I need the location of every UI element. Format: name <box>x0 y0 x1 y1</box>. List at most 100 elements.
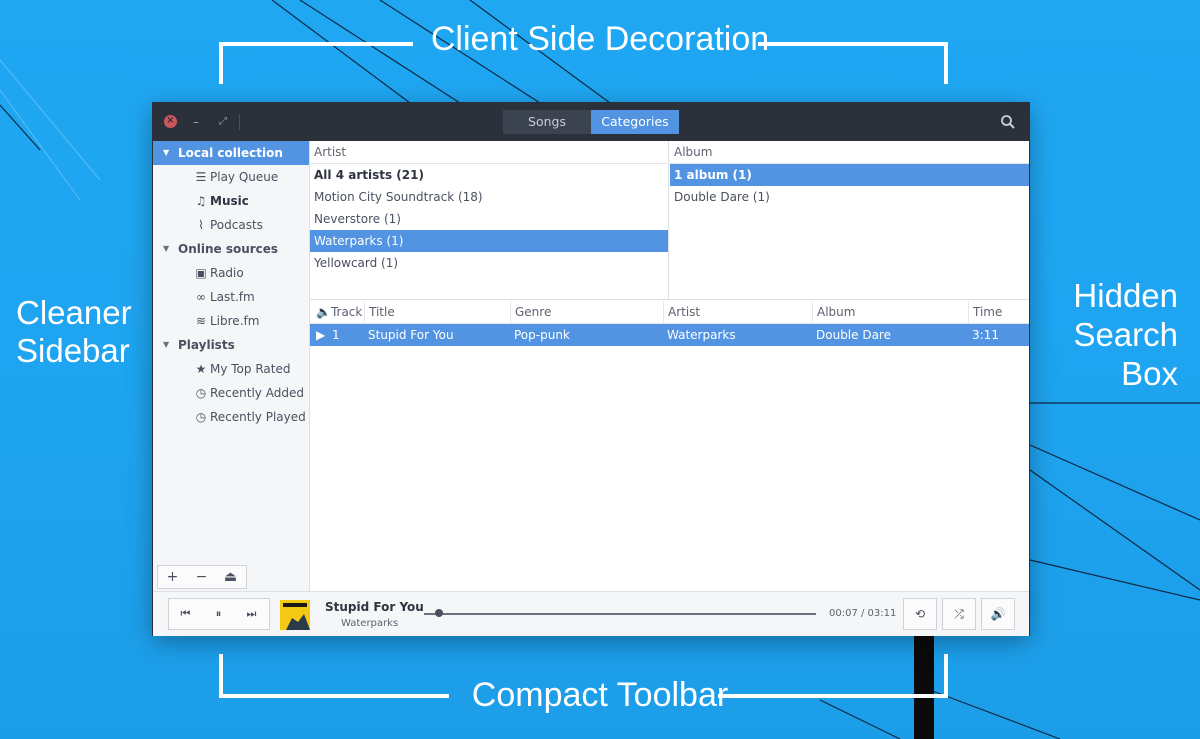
callout-line: Sidebar <box>16 332 130 369</box>
seek-bar[interactable] <box>424 613 816 615</box>
volume-icon: 🔊 <box>990 607 1006 621</box>
category-browser: Artist All 4 artists (21) Motion City So… <box>310 141 1029 300</box>
column-header-album[interactable]: Album <box>812 301 968 323</box>
artist-row[interactable]: Neverstore (1) <box>310 208 668 230</box>
search-icon <box>1001 115 1015 129</box>
queue-icon: ☰ <box>195 170 207 184</box>
close-button[interactable]: × <box>164 115 177 128</box>
playback-controls: ⏮ ⏸ ⏭ <box>168 598 270 630</box>
sidebar-item-label: Recently Added <box>210 386 304 400</box>
close-icon: × <box>166 115 175 126</box>
sidebar-section-label: Playlists <box>178 338 235 352</box>
sidebar-section-label: Online sources <box>178 242 279 256</box>
now-playing-icon: ▶ <box>316 328 326 342</box>
cell-track: 1 <box>332 328 340 342</box>
header-bar: × – ⤢ Songs Categories <box>153 103 1029 141</box>
now-playing-title: Stupid For You <box>325 600 424 614</box>
cell-album: Double Dare <box>816 328 891 342</box>
sidebar-item-librefm[interactable]: ≋ Libre.fm <box>153 309 309 333</box>
column-header-time[interactable]: Time <box>968 301 1029 323</box>
next-button[interactable]: ⏭ <box>235 599 268 629</box>
column-header-title[interactable]: Title <box>364 301 510 323</box>
sidebar-item-label: My Top Rated <box>210 362 291 376</box>
artist-column-header[interactable]: Artist <box>310 141 668 164</box>
sidebar-item-label: Music <box>210 194 249 208</box>
sidebar-section-label: Local collection <box>178 146 283 160</box>
expand-triangle-icon: ▼ <box>163 148 170 157</box>
table-row[interactable]: ▶ 1 Stupid For You Pop-punk Waterparks D… <box>310 324 1029 346</box>
column-header-artist[interactable]: Artist <box>663 301 812 323</box>
now-playing-artist: Waterparks <box>341 618 399 629</box>
wifi-icon: ≋ <box>195 314 207 328</box>
minimize-button[interactable]: – <box>193 115 199 129</box>
expand-triangle-icon: ▼ <box>163 340 170 349</box>
sidebar-item-play-queue[interactable]: ☰ Play Queue <box>153 165 309 189</box>
sidebar: ▼ Local collection ☰ Play Queue ♫ Music ⌇ Po… <box>153 141 310 591</box>
star-icon: ★ <box>195 362 207 376</box>
column-header-genre[interactable]: Genre <box>510 301 663 323</box>
sidebar-section-online-sources[interactable]: ▼ Online sources <box>153 237 309 261</box>
eject-button[interactable]: ⏏ <box>216 566 245 588</box>
tab-songs[interactable]: Songs <box>503 110 591 134</box>
sidebar-item-lastfm[interactable]: ∞ Last.fm <box>153 285 309 309</box>
history-icon: ◷ <box>195 386 207 400</box>
album-row[interactable]: Double Dare (1) <box>670 186 1029 208</box>
search-button[interactable] <box>999 113 1017 131</box>
album-art <box>280 600 310 630</box>
sidebar-item-radio[interactable]: ▣ Radio <box>153 261 309 285</box>
sidebar-section-local-collection[interactable]: ▼ Local collection <box>153 141 309 165</box>
sidebar-item-recently-played[interactable]: ◷ Recently Played <box>153 405 309 429</box>
time-display: 00:07 / 03:11 <box>829 608 897 619</box>
callout-client-side-decoration: Client Side Decoration <box>430 20 770 58</box>
track-list: 🔈Track Title Genre Artist Album Time ▶ 1… <box>310 301 1029 591</box>
cell-artist: Waterparks <box>667 328 736 342</box>
remove-playlist-button[interactable]: − <box>187 566 216 588</box>
previous-button[interactable]: ⏮ <box>169 599 202 629</box>
sidebar-item-music[interactable]: ♫ Music <box>153 189 309 213</box>
music-note-icon: ♫ <box>195 194 207 208</box>
artist-row[interactable]: All 4 artists (21) <box>310 164 668 186</box>
album-column-header[interactable]: Album <box>670 141 1029 164</box>
sidebar-item-label: Radio <box>210 266 244 280</box>
artist-row[interactable]: Motion City Soundtrack (18) <box>310 186 668 208</box>
artist-row-selected[interactable]: Waterparks (1) <box>310 230 668 252</box>
album-pane: Album 1 album (1) Double Dare (1) <box>670 141 1029 299</box>
expand-triangle-icon: ▼ <box>163 244 170 253</box>
lastfm-icon: ∞ <box>196 290 206 304</box>
volume-button[interactable]: 🔊 <box>981 598 1015 630</box>
column-header-track[interactable]: 🔈Track <box>310 301 364 323</box>
album-art-image <box>280 600 310 630</box>
app-window: × – ⤢ Songs Categories ▼ Local collection… <box>153 103 1029 636</box>
sidebar-item-label: Play Queue <box>210 170 279 184</box>
album-row-selected[interactable]: 1 album (1) <box>670 164 1029 186</box>
sidebar-item-label: Podcasts <box>210 218 263 232</box>
sidebar-button-group: + − ⏏ <box>157 565 247 589</box>
callout-line: Hidden <box>1073 277 1178 314</box>
main-content: Artist All 4 artists (21) Motion City So… <box>310 141 1029 591</box>
history-icon: ◷ <box>195 410 207 424</box>
add-playlist-button[interactable]: + <box>158 566 187 588</box>
pause-button[interactable]: ⏸ <box>202 599 235 629</box>
sidebar-item-my-top-rated[interactable]: ★ My Top Rated <box>153 357 309 381</box>
view-switcher: Songs Categories <box>503 110 679 134</box>
sidebar-item-label: Last.fm <box>210 290 255 304</box>
column-label: Track <box>330 305 363 319</box>
seek-handle[interactable] <box>434 609 443 617</box>
sidebar-item-recently-added[interactable]: ◷ Recently Added <box>153 381 309 405</box>
sidebar-item-label: Libre.fm <box>210 314 260 328</box>
maximize-button[interactable]: ⤢ <box>219 115 227 129</box>
shuffle-button[interactable]: ⤮ <box>942 598 976 630</box>
rss-icon: ⌇ <box>198 218 204 232</box>
tab-categories[interactable]: Categories <box>591 110 679 134</box>
radio-icon: ▣ <box>195 266 207 280</box>
callout-compact-toolbar: Compact Toolbar <box>471 676 729 714</box>
speaker-icon: 🔈 <box>316 305 331 319</box>
callout-cleaner-sidebar: Cleaner Sidebar <box>16 294 132 370</box>
sidebar-item-label: Recently Played <box>210 410 306 424</box>
cell-title: Stupid For You <box>368 328 454 342</box>
sidebar-section-playlists[interactable]: ▼ Playlists <box>153 333 309 357</box>
artist-row[interactable]: Yellowcard (1) <box>310 252 668 274</box>
repeat-button[interactable]: ⟲ <box>903 598 937 630</box>
callout-line: Box <box>1121 355 1178 392</box>
sidebar-item-podcasts[interactable]: ⌇ Podcasts <box>153 213 309 237</box>
